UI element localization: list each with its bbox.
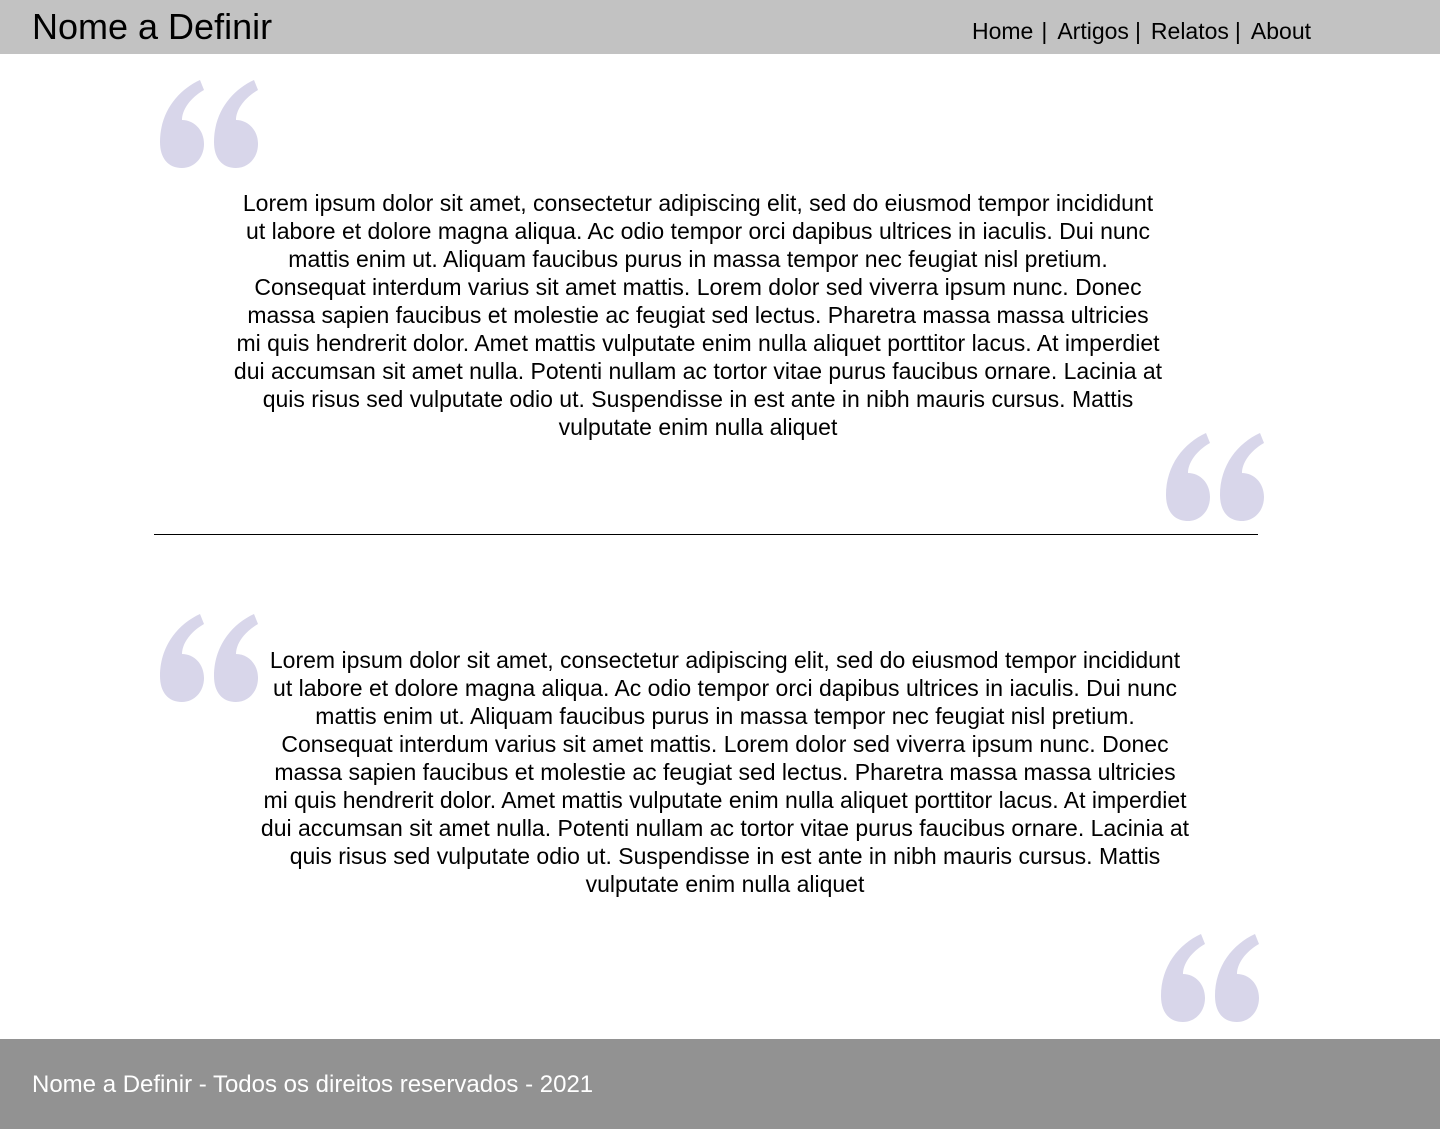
site-header: Nome a Definir Home | Artigos | Relatos | Abou… <box>0 0 1440 54</box>
quote-text: Lorem ipsum dolor sit amet, consectetur … <box>233 190 1163 440</box>
nav-relatos-link[interactable]: Relatos <box>1151 18 1229 44</box>
nav-home-link[interactable]: Home <box>972 18 1033 44</box>
nav-about-link[interactable]: About <box>1251 18 1311 44</box>
nav-separator: | <box>1041 18 1048 44</box>
section-divider <box>154 534 1258 535</box>
footer-copyright: Nome a Definir - Todos os direitos reser… <box>32 1071 594 1098</box>
site-footer: Nome a Definir - Todos os direitos reser… <box>0 1039 1440 1129</box>
site-title[interactable]: Nome a Definir <box>32 5 272 49</box>
open-quote-icon <box>160 80 258 168</box>
nav-artigos-link[interactable]: Artigos <box>1057 18 1129 44</box>
nav-separator: | <box>1134 18 1141 44</box>
open-quote-icon <box>160 614 258 702</box>
nav-separator: | <box>1234 18 1241 44</box>
main-nav: Home | Artigos | Relatos | About <box>972 14 1311 48</box>
open-quote-icon <box>1161 934 1259 1022</box>
quote-text: Lorem ipsum dolor sit amet, consectetur … <box>260 647 1190 897</box>
open-quote-icon <box>1166 433 1264 521</box>
